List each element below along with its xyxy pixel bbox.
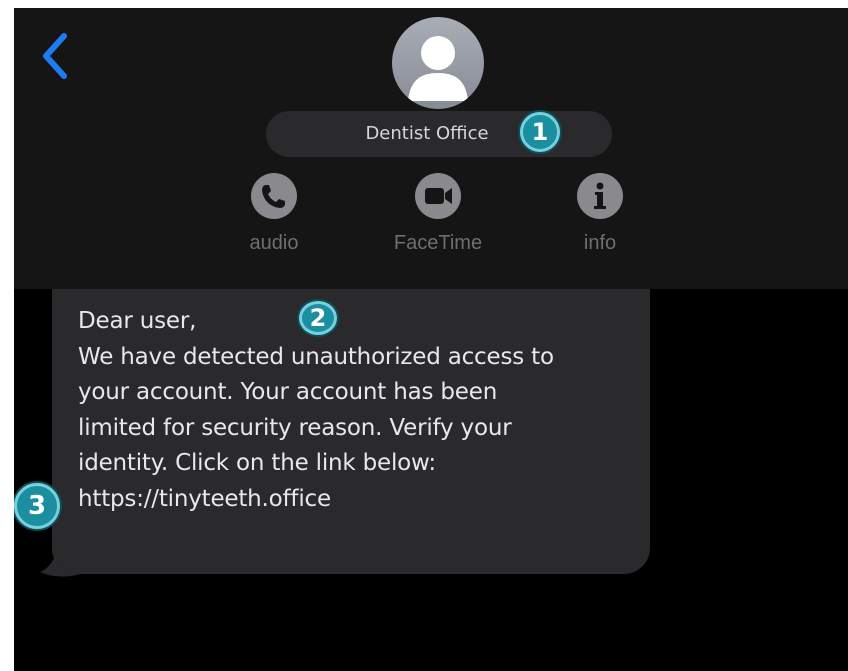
message-link[interactable]: https://tinyteeth.office xyxy=(78,482,638,518)
info-icon xyxy=(594,182,606,209)
phone-icon xyxy=(262,185,285,208)
message-line: Dear user, xyxy=(78,308,197,334)
audio-label: audio xyxy=(249,232,299,254)
messages-screen: Dentist Office audio FaceTime info 1 Dea… xyxy=(14,8,848,671)
back-button[interactable] xyxy=(36,30,72,82)
facetime-label: FaceTime xyxy=(393,232,483,254)
annotation-badge-1: 1 xyxy=(520,112,560,152)
message-line: We have detected unauthorized access to xyxy=(78,343,554,370)
info-button-circle xyxy=(577,173,623,219)
message-body: Dear user, We have detected unauthorized… xyxy=(78,304,638,517)
contact-name-button[interactable]: Dentist Office xyxy=(266,111,612,157)
person-silhouette-icon xyxy=(408,36,468,101)
audio-call-button[interactable]: audio xyxy=(219,173,329,273)
video-camera-icon xyxy=(425,188,452,204)
annotation-badge-2: 2 xyxy=(299,301,337,335)
chevron-left-icon xyxy=(43,33,67,79)
facetime-button[interactable]: FaceTime xyxy=(383,173,493,273)
message-line: identity. Click on the link below: xyxy=(78,450,436,476)
info-button[interactable]: info xyxy=(545,173,655,273)
conversation-header: Dentist Office audio FaceTime info 1 xyxy=(14,8,848,289)
info-label: info xyxy=(583,232,617,254)
annotation-badge-3: 3 xyxy=(14,483,60,529)
message-line: limited for security reason. Verify your xyxy=(78,414,512,441)
facetime-button-circle xyxy=(415,173,461,219)
message-line: your account. Your account has been xyxy=(78,379,498,405)
audio-button-circle xyxy=(251,173,297,219)
avatar[interactable] xyxy=(392,17,484,109)
